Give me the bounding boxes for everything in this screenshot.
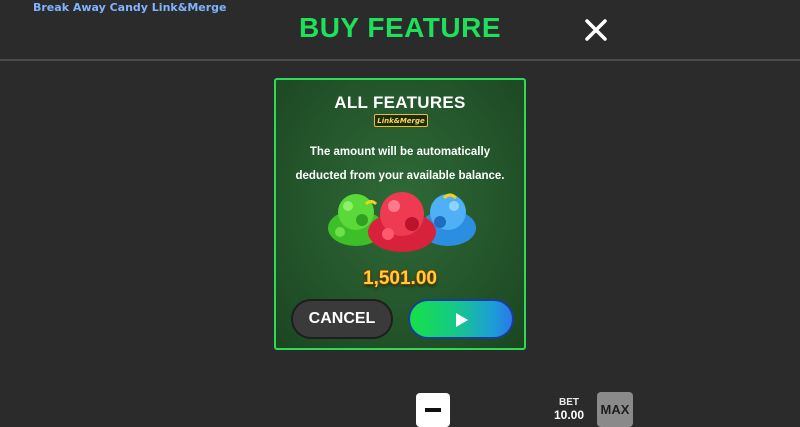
feature-description: The amount will be automatically deducte…: [276, 140, 524, 188]
play-icon: [456, 313, 468, 327]
cancel-button[interactable]: CANCEL: [291, 299, 393, 339]
confirm-purchase-button[interactable]: [408, 299, 514, 339]
feature-card: ALL FEATURES Link&Merge The amount will …: [274, 78, 526, 350]
feature-title: ALL FEATURES: [334, 93, 466, 112]
close-icon: [585, 19, 607, 41]
bet-value: 10.00: [553, 408, 585, 422]
header-divider: [0, 59, 800, 61]
decrease-bet-button[interactable]: [416, 393, 450, 427]
candy-piles-image: [328, 192, 476, 252]
max-bet-button[interactable]: MAX: [597, 392, 633, 427]
close-button[interactable]: [580, 14, 612, 46]
page-title: BUY FEATURE: [298, 12, 502, 43]
link-merge-badge: Link&Merge: [374, 114, 428, 127]
feature-price: 1,501.00: [363, 268, 437, 289]
description-line-1: The amount will be automatically: [309, 146, 491, 158]
bet-label: BET: [559, 397, 579, 408]
minus-icon: [425, 408, 441, 412]
